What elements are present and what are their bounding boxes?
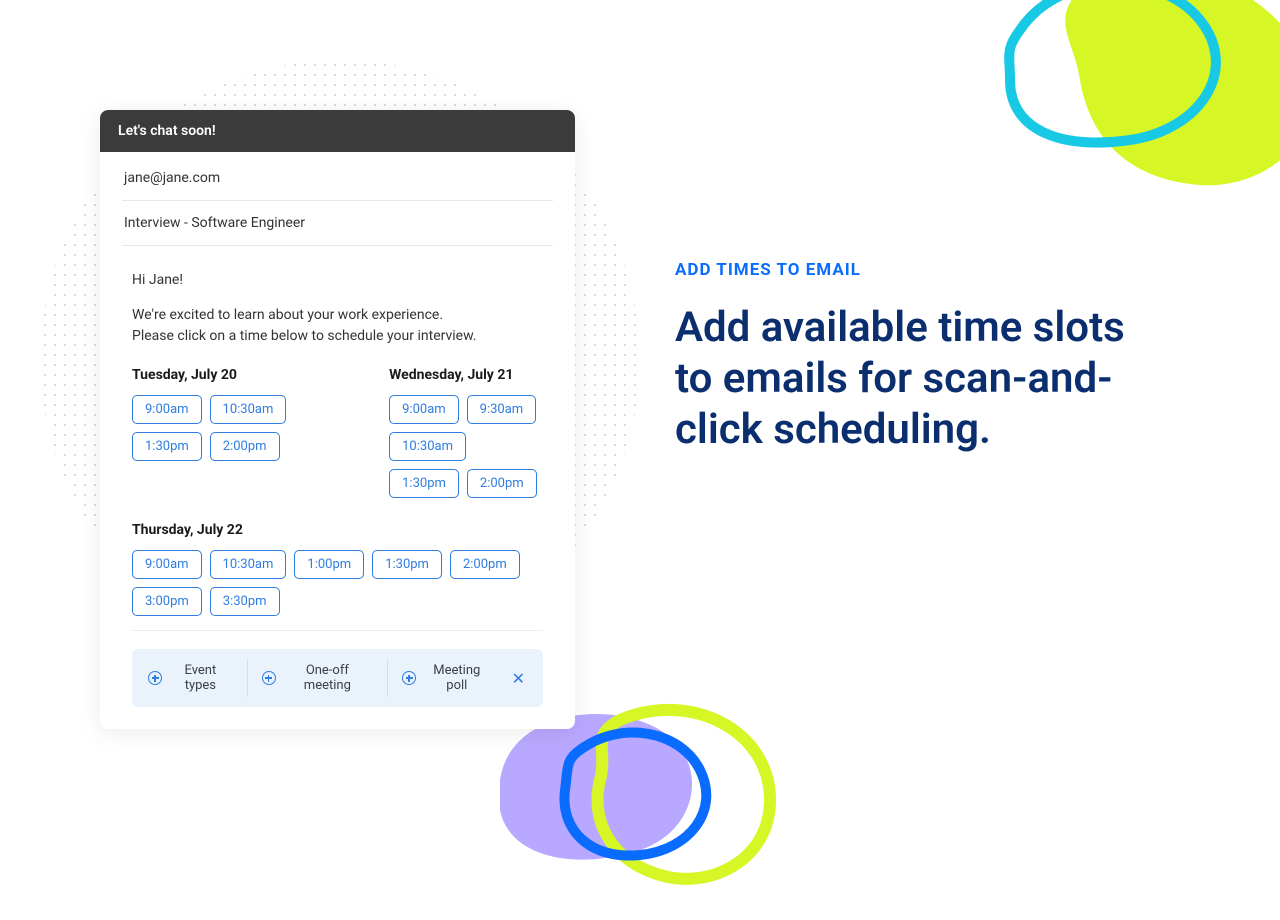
email-to-field[interactable]: jane@jane.com <box>122 152 553 201</box>
email-body[interactable]: Hi Jane! We're excited to learn about yo… <box>122 246 553 357</box>
email-subject-field[interactable]: Interview - Software Engineer <box>122 201 553 246</box>
day-label: Tuesday, July 20 <box>132 367 359 383</box>
promo-headline: Add available time slots to emails for s… <box>675 302 1155 456</box>
day-block-wednesday: Wednesday, July 21 9:00am 9:30am 10:30am… <box>389 367 543 512</box>
time-slot-button[interactable]: 10:30am <box>210 550 287 579</box>
time-slot-button[interactable]: 1:30pm <box>372 550 442 579</box>
email-compose-card: Let's chat soon! jane@jane.com Interview… <box>100 110 575 729</box>
time-slot-button[interactable]: 1:00pm <box>294 550 364 579</box>
email-window-title: Let's chat soon! <box>100 110 575 152</box>
promo-copy: ADD TIMES TO EMAIL Add available time sl… <box>675 110 1155 456</box>
time-slot-button[interactable]: 3:00pm <box>132 587 202 616</box>
day-block-tuesday: Tuesday, July 20 9:00am 10:30am 1:30pm 2… <box>132 367 359 512</box>
time-slot-button[interactable]: 3:30pm <box>210 587 280 616</box>
meeting-poll-label: Meeting poll <box>422 663 492 693</box>
day-label: Wednesday, July 21 <box>389 367 543 383</box>
time-slot-button[interactable]: 10:30am <box>210 395 287 424</box>
email-greeting: Hi Jane! <box>132 270 543 291</box>
event-types-label: Event types <box>168 663 233 693</box>
plus-circle-icon <box>262 671 276 685</box>
close-icon: ✕ <box>512 669 525 688</box>
plus-circle-icon <box>148 671 162 685</box>
one-off-label: One-off meeting <box>282 663 373 693</box>
time-slot-button[interactable]: 2:00pm <box>210 432 280 461</box>
time-slot-button[interactable]: 2:00pm <box>467 469 537 498</box>
time-slot-button[interactable]: 9:00am <box>132 550 202 579</box>
time-slot-button[interactable]: 2:00pm <box>450 550 520 579</box>
time-slot-button[interactable]: 1:30pm <box>389 469 459 498</box>
time-slot-button[interactable]: 1:30pm <box>132 432 202 461</box>
day-block-thursday: Thursday, July 22 9:00am 10:30am 1:00pm … <box>122 512 553 616</box>
day-label: Thursday, July 22 <box>132 522 543 538</box>
event-types-button[interactable]: Event types <box>144 659 248 697</box>
toolbar-close-button[interactable]: ✕ <box>506 667 531 690</box>
scheduling-toolbar: Event types One-off meeting Meeting poll… <box>132 649 543 707</box>
email-body-line: We're excited to learn about your work e… <box>132 305 543 326</box>
plus-circle-icon <box>402 671 416 685</box>
time-slot-button[interactable]: 10:30am <box>389 432 466 461</box>
email-body-line: Please click on a time below to schedule… <box>132 326 543 347</box>
time-slot-button[interactable]: 9:00am <box>389 395 459 424</box>
promo-eyebrow: ADD TIMES TO EMAIL <box>675 260 1155 280</box>
time-slot-button[interactable]: 9:00am <box>132 395 202 424</box>
divider <box>132 630 543 631</box>
meeting-poll-button[interactable]: Meeting poll <box>388 659 506 697</box>
one-off-meeting-button[interactable]: One-off meeting <box>248 659 388 697</box>
time-slot-button[interactable]: 9:30am <box>467 395 537 424</box>
